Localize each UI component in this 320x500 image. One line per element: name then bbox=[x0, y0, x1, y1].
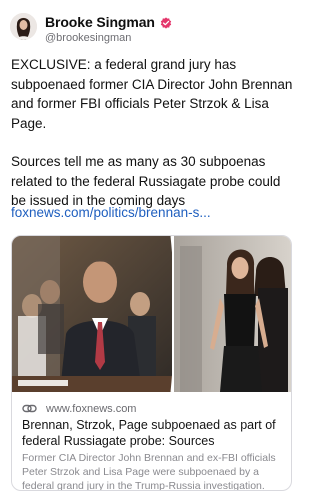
avatar[interactable] bbox=[10, 13, 37, 40]
link-icon bbox=[22, 401, 37, 416]
card-description: Former CIA Director John Brennan and ex-… bbox=[22, 452, 276, 491]
verified-badge-icon bbox=[160, 16, 172, 29]
author-name[interactable]: Brooke Singman bbox=[45, 14, 155, 30]
card-image bbox=[12, 236, 291, 392]
card-meta: www.foxnews.com Brennan, Strzok, Page su… bbox=[22, 401, 284, 491]
post-paragraph: Sources tell me as many as 30 subpoenas … bbox=[11, 154, 281, 208]
post-paragraph: EXCLUSIVE: a federal grand jury has subp… bbox=[11, 57, 293, 131]
card-title[interactable]: Brennan, Strzok, Page subpoenaed as part… bbox=[22, 418, 284, 449]
post-body: EXCLUSIVE: a federal grand jury has subp… bbox=[11, 55, 296, 230]
post: Brooke Singman @brookesingman EXCLUSIVE:… bbox=[0, 0, 303, 500]
card-domain: www.foxnews.com bbox=[46, 402, 137, 415]
post-link[interactable]: foxnews.com/politics/brennan-s... bbox=[11, 205, 211, 220]
card-domain-row: www.foxnews.com bbox=[22, 401, 284, 416]
avatar-image bbox=[10, 13, 37, 40]
author-handle[interactable]: @brookesingman bbox=[45, 32, 172, 44]
author-block: Brooke Singman @brookesingman bbox=[45, 13, 172, 44]
name-row: Brooke Singman bbox=[45, 13, 172, 30]
link-preview-card[interactable]: www.foxnews.com Brennan, Strzok, Page su… bbox=[11, 235, 292, 491]
